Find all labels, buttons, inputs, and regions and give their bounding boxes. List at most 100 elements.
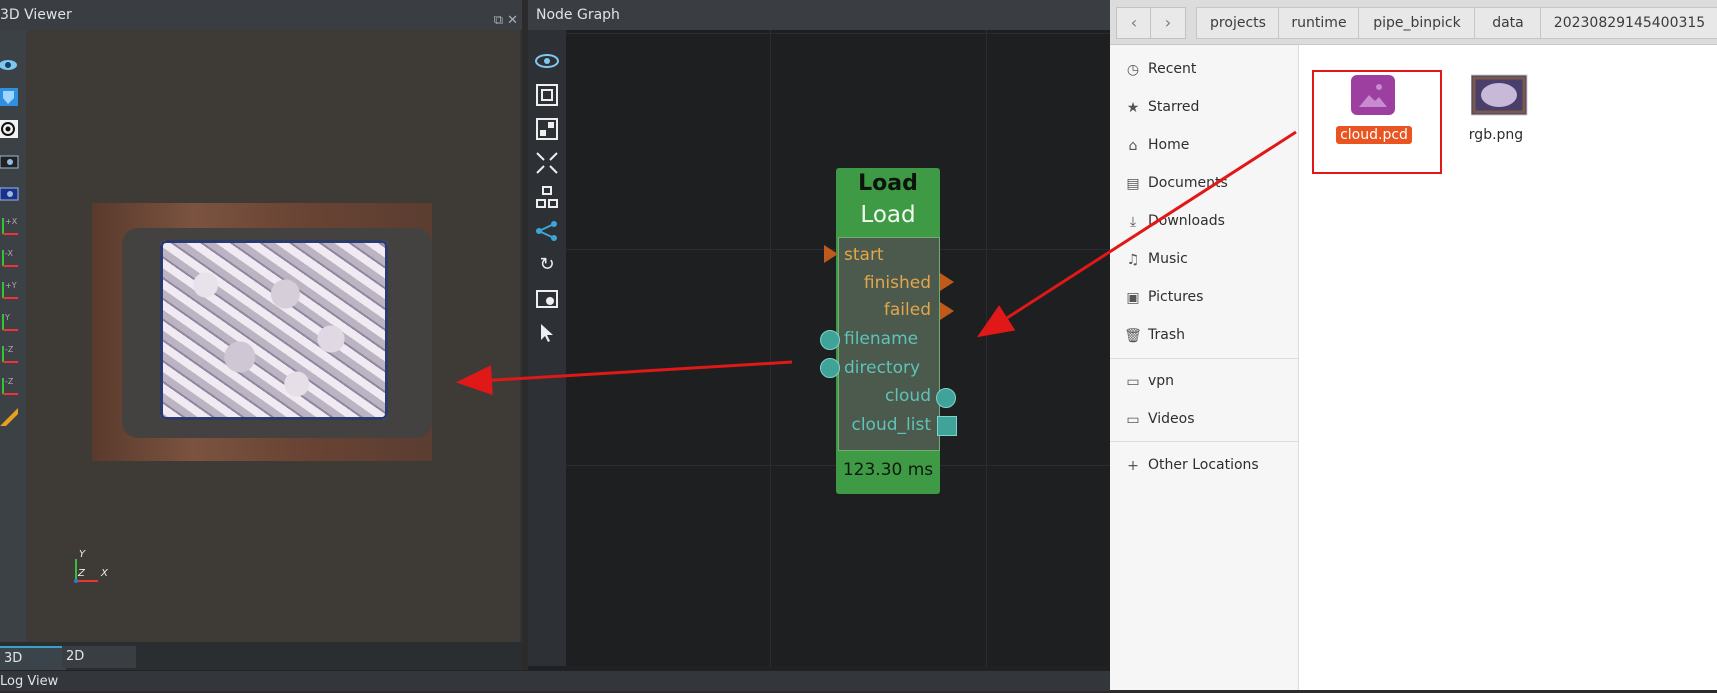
- sidebar-item-label: vpn: [1148, 373, 1175, 389]
- tab-2d-viewer[interactable]: 2D Viewer: [62, 646, 136, 686]
- nodegraph-toolbar: ↻: [528, 30, 566, 666]
- port-finished-label: finished: [863, 273, 931, 293]
- breadcrumb-data[interactable]: data: [1474, 7, 1542, 39]
- plus-icon: +: [1127, 458, 1139, 474]
- view-minus-z-icon[interactable]: -Z: [0, 342, 20, 364]
- folder-icon: ▭: [1126, 412, 1140, 428]
- forward-button[interactable]: ›: [1150, 7, 1186, 39]
- download-icon: ⤓: [1129, 214, 1137, 230]
- node-type-label: Load: [858, 171, 918, 196]
- svg-text:+Y: +Y: [5, 281, 17, 290]
- port-directory-label: directory: [844, 358, 921, 378]
- breadcrumb-projects[interactable]: projects: [1196, 7, 1280, 39]
- port-filename-label: filename: [844, 329, 919, 349]
- viewer-tabbar: 3D Viewer 2D Viewer: [0, 642, 522, 688]
- svg-text:-Z: -Z: [5, 377, 14, 386]
- sidebar-item-pictures[interactable]: ▣ Pictures: [1110, 279, 1298, 317]
- back-button[interactable]: ‹: [1116, 7, 1152, 39]
- connect-nodes-icon[interactable]: [534, 116, 560, 142]
- svg-text:+X: +X: [5, 217, 18, 226]
- sidebar-item-label: Documents: [1148, 175, 1228, 191]
- axis-gizmo: Y Z X: [68, 545, 118, 585]
- sidebar-divider: [1110, 358, 1298, 359]
- tab-3d-viewer[interactable]: 3D Viewer: [0, 646, 66, 688]
- clock-icon: ◷: [1126, 62, 1140, 78]
- file-item-rgb-png[interactable]: rgb.png: [1441, 67, 1551, 159]
- sidebar-item-downloads[interactable]: ⤓ Downloads: [1110, 203, 1298, 241]
- breadcrumb-folder[interactable]: 20230829145400315: [1540, 7, 1717, 39]
- file-manager-sidebar: ◷ Recent ★ Starred ⌂ Home ▤ Documents ⤓ …: [1110, 45, 1299, 690]
- view-plus-x-icon[interactable]: +X: [0, 214, 20, 236]
- sidebar-item-music[interactable]: ♫ Music: [1110, 241, 1298, 279]
- breadcrumb-pipe-binpick[interactable]: pipe_binpick: [1358, 7, 1476, 39]
- sidebar-item-trash[interactable]: 🗑 Trash: [1110, 317, 1298, 355]
- sidebar-item-videos[interactable]: ▭ Videos: [1110, 401, 1298, 439]
- sidebar-divider: [1110, 441, 1298, 442]
- annotation-highlight-box: [1312, 70, 1442, 174]
- nodegraph-title: Node Graph: [536, 7, 620, 23]
- nodegraph-titlebar: Node Graph: [528, 0, 1110, 30]
- fit-view-icon[interactable]: [534, 82, 560, 108]
- refresh-icon[interactable]: ↻: [534, 252, 560, 278]
- home-icon: ⌂: [1128, 138, 1138, 154]
- port-cloud-label: cloud: [884, 386, 931, 406]
- file-name: rgb.png: [1468, 127, 1524, 143]
- sidebar-item-home[interactable]: ⌂ Home: [1110, 127, 1298, 165]
- port-failed-connector[interactable]: [940, 302, 954, 320]
- port-start-label: start: [844, 245, 884, 265]
- sidebar-item-label: Home: [1148, 137, 1190, 153]
- camera-icon[interactable]: [0, 150, 20, 172]
- sidebar-item-label: Pictures: [1148, 289, 1204, 305]
- viewer3d-title: 3D Viewer: [0, 7, 72, 23]
- sidebar-item-label: Music: [1148, 251, 1188, 267]
- camera-blue-icon[interactable]: [0, 182, 20, 204]
- view-minus-z2-icon[interactable]: -Z: [0, 374, 20, 396]
- sidebar-item-documents[interactable]: ▤ Documents: [1110, 165, 1298, 203]
- viewer3d-toolbar: +X -X +Y Y -Z -Z: [0, 30, 26, 642]
- shield-icon[interactable]: [0, 86, 20, 108]
- port-cloud-connector[interactable]: [936, 388, 956, 408]
- pointer-icon[interactable]: [534, 320, 560, 346]
- port-filename-connector[interactable]: [820, 330, 840, 350]
- layout-icon[interactable]: [534, 184, 560, 210]
- target-icon[interactable]: [0, 118, 20, 140]
- trash-icon: 🗑: [1124, 328, 1142, 344]
- screenshot-icon[interactable]: [534, 286, 560, 312]
- port-cloud-list-connector[interactable]: [937, 416, 957, 436]
- svg-text:X: X: [100, 568, 109, 579]
- sidebar-item-label: Downloads: [1148, 213, 1225, 229]
- sidebar-item-starred[interactable]: ★ Starred: [1110, 89, 1298, 127]
- sidebar-item-label: Starred: [1148, 99, 1200, 115]
- view-minus-x-icon[interactable]: -X: [0, 246, 20, 268]
- port-directory-connector[interactable]: [820, 358, 840, 378]
- viewer3d-panel: 3D Viewer ⧉ ✕ +X -X +Y Y -Z -Z Y Z X 3D …: [0, 0, 522, 688]
- eye-icon[interactable]: [0, 54, 20, 76]
- node-name-label: Load: [860, 202, 916, 228]
- music-icon: ♫: [1126, 252, 1140, 268]
- port-failed-label: failed: [883, 300, 931, 320]
- eye-icon[interactable]: [534, 48, 560, 74]
- sidebar-item-other-locations[interactable]: + Other Locations: [1110, 447, 1298, 485]
- sidebar-item-label: Other Locations: [1148, 457, 1259, 473]
- image-thumbnail: [1470, 73, 1528, 117]
- sidebar-item-vpn[interactable]: ▭ vpn: [1110, 363, 1298, 401]
- pointcloud-pipes: [160, 240, 388, 420]
- sidebar-item-recent[interactable]: ◷ Recent: [1110, 51, 1298, 89]
- view-plus-y-icon[interactable]: +Y: [0, 278, 20, 300]
- port-finished-connector[interactable]: [940, 273, 954, 291]
- port-cloud-list-label: cloud_list: [851, 415, 931, 435]
- sidebar-item-label: Videos: [1148, 411, 1195, 427]
- document-icon: ▤: [1126, 176, 1140, 192]
- svg-text:Y: Y: [79, 549, 86, 560]
- view-y-icon[interactable]: Y: [0, 310, 20, 332]
- breadcrumb-runtime[interactable]: runtime: [1278, 7, 1360, 39]
- share-graph-icon[interactable]: [534, 218, 560, 244]
- ruler-icon[interactable]: [0, 406, 20, 428]
- expand-icon[interactable]: [534, 150, 560, 176]
- sidebar-item-label: Trash: [1148, 327, 1185, 343]
- port-start-connector[interactable]: [824, 245, 838, 263]
- load-node[interactable]: Load Load start finished failed filename…: [836, 168, 940, 494]
- node-exec-time: 123.30 ms: [842, 460, 934, 480]
- svg-text:Y: Y: [4, 313, 10, 322]
- logview-title[interactable]: Log View: [0, 670, 1110, 691]
